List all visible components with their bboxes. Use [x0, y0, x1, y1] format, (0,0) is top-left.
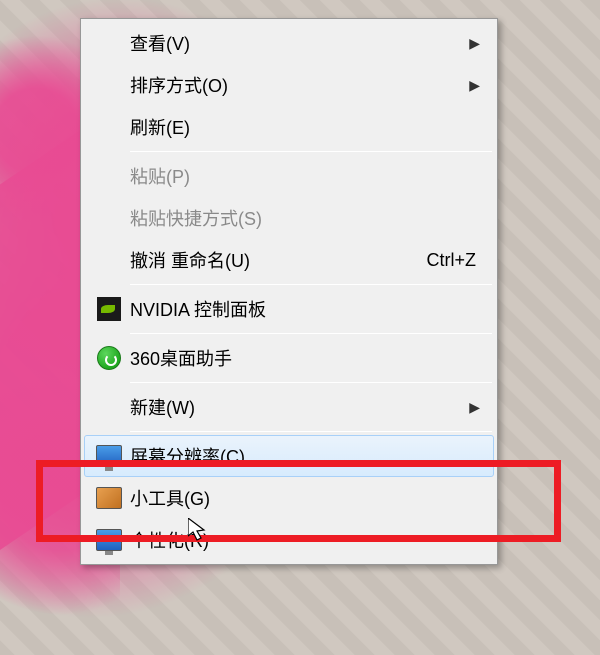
menu-label: 粘贴快捷方式(S) [130, 205, 486, 231]
menu-label: 新建(W) [130, 394, 469, 420]
menu-item-refresh[interactable]: 刷新(E) [84, 106, 494, 148]
monitor-icon [88, 524, 130, 556]
icon-slot-empty [88, 160, 130, 192]
menu-item-personalize[interactable]: 个性化(R) [84, 519, 494, 561]
menu-label: 撤消 重命名(U) [130, 247, 427, 273]
icon-slot-empty [88, 111, 130, 143]
icon-slot-empty [88, 202, 130, 234]
nvidia-icon [88, 293, 130, 325]
menu-label: 个性化(R) [130, 527, 486, 553]
icon-slot-empty [88, 27, 130, 59]
icon-slot-empty [88, 244, 130, 276]
menu-item-360-desktop[interactable]: 360桌面助手 [84, 337, 494, 379]
menu-label: 小工具(G) [130, 485, 486, 511]
desktop-context-menu: 查看(V) ▶ 排序方式(O) ▶ 刷新(E) 粘贴(P) 粘贴快捷方式(S) … [80, 18, 498, 565]
menu-label: 查看(V) [130, 30, 469, 56]
menu-item-paste-shortcut: 粘贴快捷方式(S) [84, 197, 494, 239]
submenu-arrow-icon: ▶ [469, 399, 486, 416]
menu-label: 屏幕分辨率(C) [130, 443, 486, 469]
icon-slot-empty [88, 391, 130, 423]
menu-item-new[interactable]: 新建(W) ▶ [84, 386, 494, 428]
menu-item-undo-rename[interactable]: 撤消 重命名(U) Ctrl+Z [84, 239, 494, 281]
menu-item-screen-resolution[interactable]: 屏幕分辨率(C) [84, 435, 494, 477]
menu-separator [130, 382, 492, 383]
shortcut-label: Ctrl+Z [427, 250, 487, 271]
menu-label: 粘贴(P) [130, 163, 486, 189]
menu-item-gadgets[interactable]: 小工具(G) [84, 477, 494, 519]
menu-label: 360桌面助手 [130, 345, 486, 371]
menu-item-nvidia[interactable]: NVIDIA 控制面板 [84, 288, 494, 330]
menu-label: NVIDIA 控制面板 [130, 296, 486, 322]
menu-label: 排序方式(O) [130, 72, 469, 98]
menu-separator [130, 333, 492, 334]
menu-label: 刷新(E) [130, 114, 486, 140]
submenu-arrow-icon: ▶ [469, 35, 486, 52]
menu-item-sort[interactable]: 排序方式(O) ▶ [84, 64, 494, 106]
menu-item-view[interactable]: 查看(V) ▶ [84, 22, 494, 64]
menu-separator [130, 151, 492, 152]
submenu-arrow-icon: ▶ [469, 77, 486, 94]
menu-item-paste: 粘贴(P) [84, 155, 494, 197]
gadget-icon [88, 482, 130, 514]
icon-slot-empty [88, 69, 130, 101]
monitor-icon [88, 440, 130, 472]
360-icon [88, 342, 130, 374]
menu-separator [130, 284, 492, 285]
menu-separator [130, 431, 492, 432]
